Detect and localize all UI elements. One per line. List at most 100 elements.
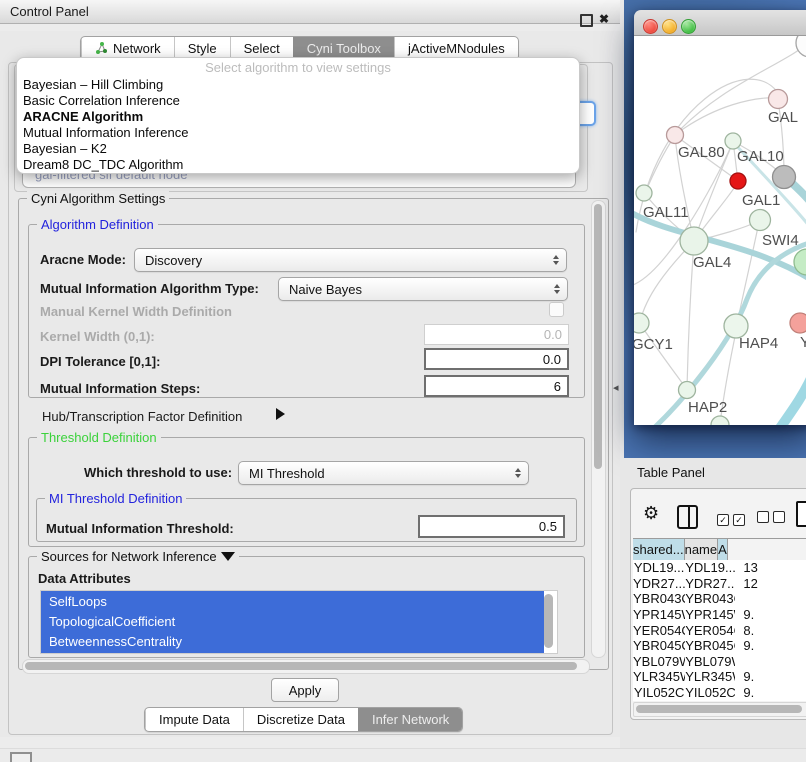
sources-title: Sources for Network Inference (37, 549, 239, 564)
apply-button[interactable]: Apply (271, 678, 339, 702)
zoom-traffic-light[interactable] (681, 19, 696, 34)
manual-kernel-checkbox[interactable] (549, 302, 564, 317)
panel-resize-arrow-icon[interactable]: ◂ (613, 381, 619, 394)
network-node[interactable] (711, 416, 729, 425)
network-node[interactable] (750, 210, 771, 231)
table-row[interactable]: YIL052C YIL052C 9. (633, 685, 806, 701)
settings-gear-icon[interactable]: ⚙ (643, 503, 659, 524)
dpi-tolerance-field[interactable]: 0.0 (424, 348, 569, 370)
minimize-traffic-light[interactable] (662, 19, 677, 34)
which-threshold-label: Which threshold to use: (84, 465, 232, 480)
network-node-label: GAL (768, 109, 798, 126)
table-row[interactable]: YBL079W YBL079W (633, 654, 806, 670)
algorithm-option[interactable]: Dream8 DC_TDC Algorithm (17, 157, 579, 173)
mi-threshold-title: MI Threshold Definition (45, 491, 186, 506)
kernel-width-label: Kernel Width (0,1): (40, 329, 155, 344)
network-node[interactable] (680, 227, 708, 255)
table-hscrollbar-track[interactable] (633, 702, 806, 717)
algorithm-option[interactable]: Bayesian – K2 (17, 141, 579, 157)
settings-vscrollbar-track[interactable] (591, 200, 606, 658)
network-node[interactable] (679, 382, 696, 399)
network-node[interactable] (725, 133, 741, 149)
close-traffic-light[interactable] (643, 19, 658, 34)
attribute-item[interactable]: SelfLoops (41, 591, 544, 611)
tab-label: Impute Data (159, 712, 230, 727)
network-node[interactable] (636, 185, 652, 201)
attribute-item[interactable]: TopologicalCoefficient (41, 611, 544, 631)
network-icon (95, 42, 108, 55)
settings-hscrollbar-track[interactable] (22, 659, 590, 674)
clear-all-checkboxes-icon[interactable] (757, 510, 789, 528)
float-window-icon[interactable] (580, 14, 593, 27)
settings-vscrollbar-thumb[interactable] (594, 204, 602, 469)
tab-label: Discretize Data (257, 712, 345, 727)
tab-label: Network (113, 41, 161, 56)
column-header[interactable]: shared... (633, 539, 685, 561)
network-node[interactable] (796, 36, 806, 57)
network-node[interactable] (790, 313, 806, 333)
sources-title-text: Sources for Network Inference (41, 549, 217, 564)
table-row[interactable]: YPR145W YPR145W 9. (633, 607, 806, 623)
algorithm-definition-title: Algorithm Definition (37, 217, 158, 232)
dpi-tolerance-label: DPI Tolerance [0,1]: (40, 354, 160, 369)
combo-arrows-icon (554, 284, 560, 294)
network-node[interactable] (634, 313, 649, 333)
table-row[interactable]: YBR045C YBR045C 9. (633, 638, 806, 654)
collapse-arrow-icon[interactable] (221, 552, 235, 561)
close-window-icon[interactable]: ✖ (599, 12, 609, 26)
split-columns-icon[interactable] (677, 505, 698, 529)
network-node[interactable] (773, 166, 796, 189)
algorithm-option[interactable]: Basic Correlation Inference (17, 93, 579, 109)
column-header[interactable]: A (718, 539, 728, 561)
network-canvas[interactable]: GALGAL80GAL10GAL1GAL11SWI4GAL4GCY1HAP4YH… (634, 36, 806, 425)
network-edge[interactable] (780, 376, 806, 425)
network-node[interactable] (730, 173, 746, 189)
tab[interactable]: Infer Network (358, 708, 462, 731)
table-row[interactable]: YLR345W YLR345W 9. (633, 669, 806, 685)
minimized-panel-icon[interactable] (10, 752, 32, 762)
tab-label: Select (244, 41, 280, 56)
mi-type-combo[interactable]: Naive Bayes (278, 277, 568, 301)
tab[interactable]: Discretize Data (243, 708, 358, 731)
algorithm-option[interactable]: Mutual Information Inference (17, 125, 579, 141)
network-window-titlebar[interactable] (634, 10, 806, 36)
attribute-list-scrollbar[interactable] (544, 594, 553, 648)
which-threshold-combo[interactable]: MI Threshold (238, 461, 529, 485)
network-node-label: GCY1 (634, 336, 673, 353)
mi-steps-field[interactable]: 6 (424, 375, 569, 397)
tab-label: Style (188, 41, 217, 56)
expand-arrow-icon[interactable] (276, 408, 285, 420)
table-row[interactable]: YDR27... YDR27... 12 (633, 576, 806, 592)
mi-threshold-field[interactable]: 0.5 (418, 515, 565, 538)
kernel-width-field[interactable]: 0.0 (424, 324, 569, 345)
network-edge[interactable] (676, 98, 780, 134)
control-panel-title: Control Panel (10, 4, 89, 19)
manual-kernel-label: Manual Kernel Width Definition (40, 304, 232, 319)
select-all-checkboxes-icon[interactable]: ✓✓ (717, 510, 749, 528)
table-body: YDL19... YDL19... 13 YDR27... YDR27... 1… (633, 560, 806, 701)
algorithm-option[interactable]: ARACNE Algorithm (17, 109, 579, 125)
algorithm-list: Bayesian – Hill ClimbingBasic Correlatio… (17, 77, 579, 173)
algorithm-option[interactable]: Bayesian – Hill Climbing (17, 77, 579, 93)
popup-hint: Select algorithm to view settings (17, 60, 579, 77)
file-icon[interactable] (796, 501, 806, 527)
algorithm-select-popup: Select algorithm to view settings Bayesi… (16, 57, 580, 174)
settings-hscrollbar-thumb[interactable] (25, 662, 577, 670)
network-edge[interactable] (645, 137, 674, 193)
network-node[interactable] (769, 90, 788, 109)
tab[interactable]: Impute Data (145, 708, 243, 731)
column-header[interactable]: name (685, 539, 719, 561)
network-edge[interactable] (737, 222, 759, 324)
mi-threshold-label: Mutual Information Threshold: (46, 521, 234, 536)
aracne-mode-combo[interactable]: Discovery (134, 248, 567, 272)
table-row[interactable]: YBR043C YBR043C (633, 591, 806, 607)
tab-label: jActiveMNodules (408, 41, 505, 56)
network-node-label: GAL4 (693, 254, 731, 271)
attribute-item[interactable]: BetweennessCentrality (41, 631, 544, 651)
table-row[interactable]: YER054C YER054C 8. (633, 622, 806, 638)
network-edge[interactable] (640, 324, 686, 388)
table-row[interactable]: YDL19... YDL19... 13 (633, 560, 806, 576)
attribute-item[interactable]: gal4RGexp (41, 651, 544, 654)
network-node[interactable] (667, 127, 684, 144)
table-hscrollbar-thumb[interactable] (636, 705, 802, 713)
